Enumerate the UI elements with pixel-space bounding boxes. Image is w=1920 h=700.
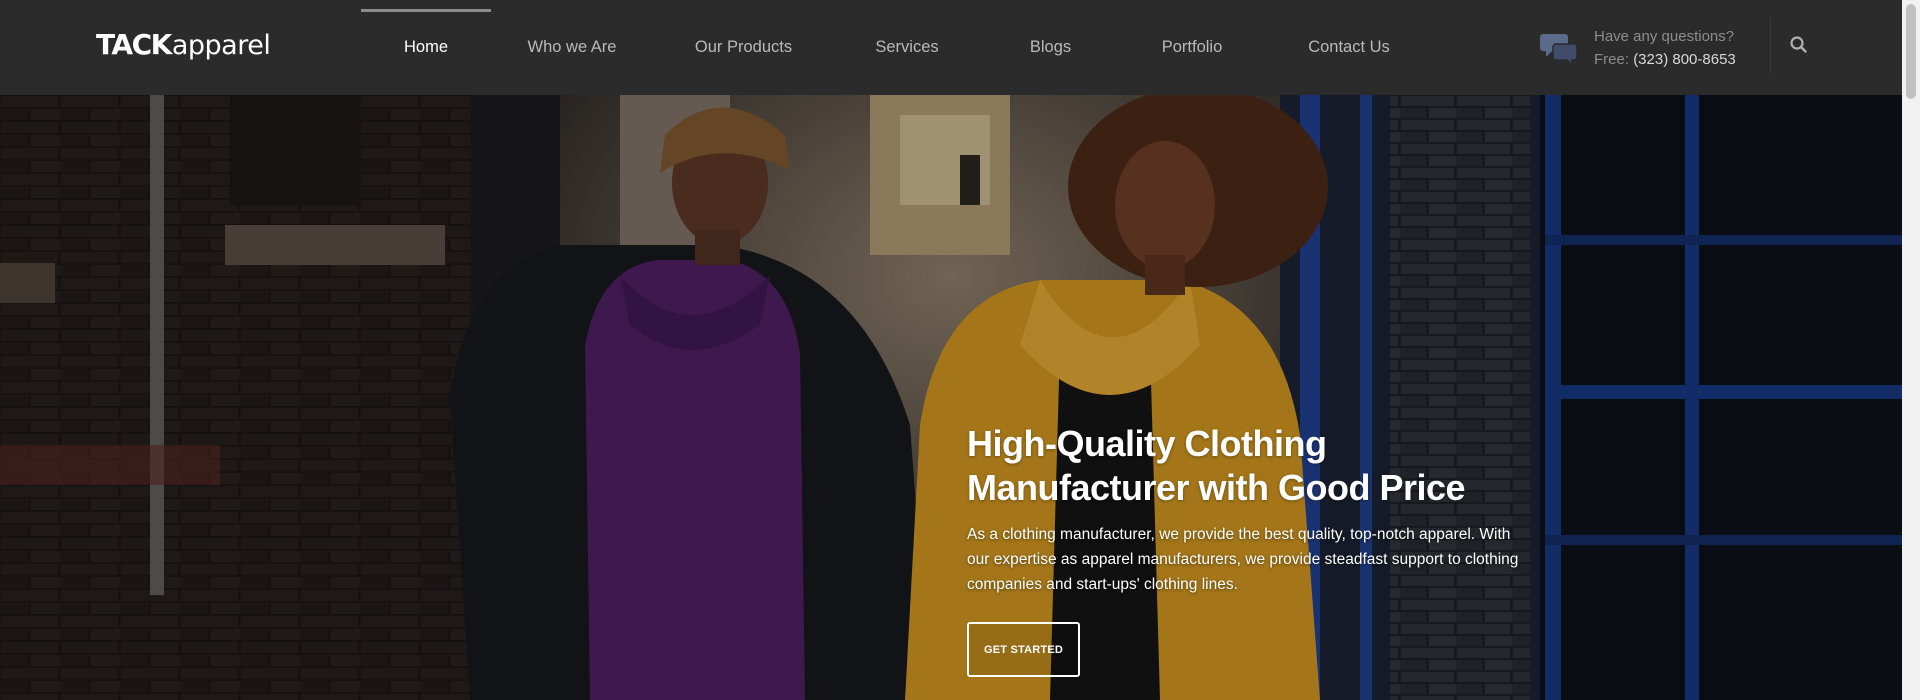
contact-phone[interactable]: Free: (323) 800-8653 [1594, 51, 1736, 68]
nav-label: Blogs [1029, 38, 1072, 56]
hero-photo [0, 95, 1902, 700]
phone-prefix: Free: [1594, 51, 1630, 68]
nav-label: Who we Are [527, 38, 617, 56]
hero-banner: High-Quality Clothing Manufacturer with … [0, 95, 1902, 700]
get-started-button[interactable]: GET STARTED [967, 622, 1080, 677]
chat-bubbles-icon [1540, 30, 1580, 67]
scrollbar-thumb[interactable] [1906, 4, 1916, 99]
nav-label: Home [403, 38, 448, 56]
nav-label: Our Products [694, 38, 793, 56]
search-icon[interactable] [1786, 32, 1812, 58]
nav-home[interactable]: Home [361, 0, 491, 95]
phone-number[interactable]: (323) 800-8653 [1633, 51, 1736, 68]
page-scrollbar[interactable] [1902, 0, 1920, 700]
nav-portfolio[interactable]: Portfolio [1121, 0, 1263, 95]
nav-blogs[interactable]: Blogs [980, 0, 1121, 95]
contact-question: Have any questions? [1594, 28, 1735, 45]
nav-label: Services [875, 38, 939, 56]
contact-text: Have any questions? Free: (323) 800-8653 [1594, 28, 1736, 68]
nav-label: Portfolio [1161, 38, 1223, 56]
header-divider [1770, 18, 1771, 74]
nav-our-products[interactable]: Our Products [653, 0, 834, 95]
nav-who-we-are[interactable]: Who we Are [491, 0, 653, 95]
nav-contact-us[interactable]: Contact Us [1263, 0, 1435, 95]
site-logo[interactable]: TACK apparel [96, 28, 271, 61]
contact-info: Have any questions? Free: (323) 800-8653 [1540, 24, 1736, 72]
hero-content: High-Quality Clothing Manufacturer with … [967, 422, 1537, 677]
hero-title: High-Quality Clothing Manufacturer with … [967, 423, 1466, 508]
logo-light-text: apparel [171, 30, 271, 61]
logo-strong-text: TACK [96, 28, 172, 61]
nav-services[interactable]: Services [834, 0, 980, 95]
hero-description: As a clothing manufacturer, we provide t… [967, 526, 1519, 593]
main-nav: Home Who we Are Our Products Services Bl… [361, 0, 1435, 95]
site-header: TACK apparel Home Who we Are Our Product… [0, 0, 1902, 95]
nav-label: Contact Us [1308, 38, 1390, 56]
